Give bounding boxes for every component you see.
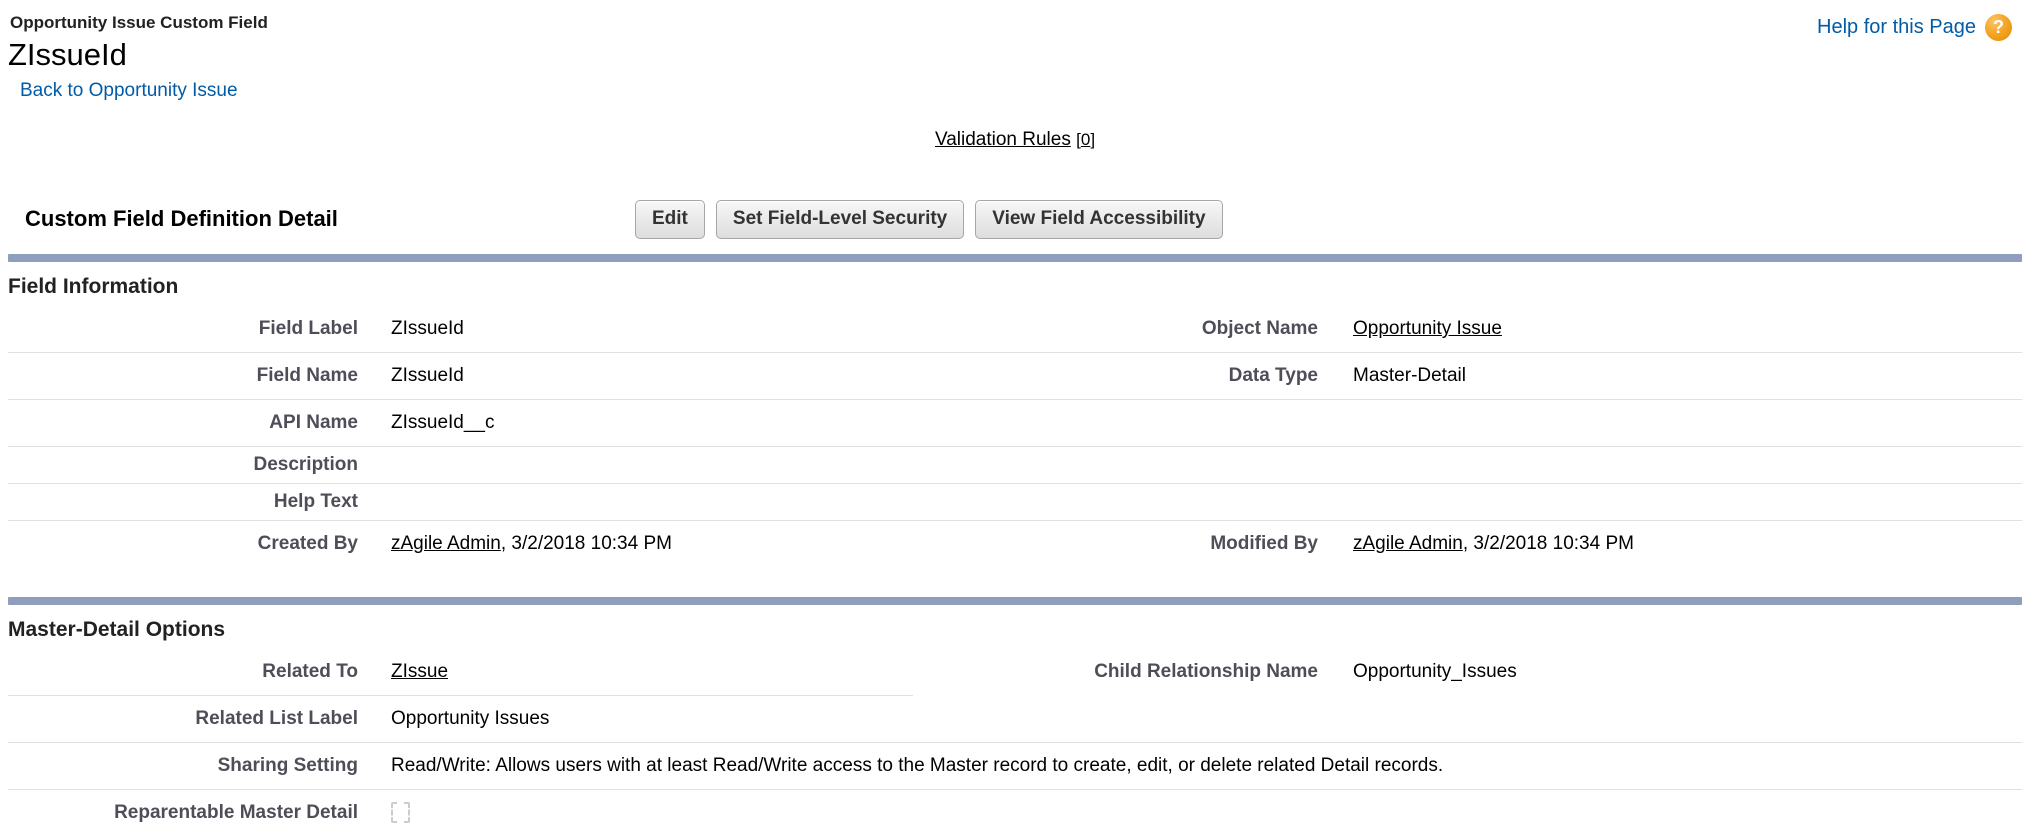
help-area: Help for this Page ? [1817,14,2012,41]
related-to-label: Related To [8,649,368,696]
detail-header: Custom Field Definition Detail Edit Set … [0,195,2030,243]
modified-by-user-link[interactable]: zAgile Admin [1353,533,1463,554]
created-by-date: , 3/2/2018 10:34 PM [501,533,672,554]
table-row: Help Text [8,484,2022,521]
object-name-value: Opportunity Issue [1328,306,2022,353]
page-header: Opportunity Issue Custom Field ZIssueId … [0,0,2030,102]
back-link[interactable]: Back to Opportunity Issue [20,80,238,101]
field-information-table: Field Label ZIssueId Object Name Opportu… [8,306,2022,567]
table-row: Created By zAgile Admin, 3/2/2018 10:34 … [8,521,2022,568]
view-field-accessibility-button[interactable]: View Field Accessibility [975,200,1222,239]
reparentable-checkbox [391,802,410,823]
description-label: Description [8,447,368,484]
created-by-label: Created By [8,521,368,568]
related-to-value: ZIssue [368,649,913,696]
created-by-value: zAgile Admin, 3/2/2018 10:34 PM [368,521,913,568]
created-by-user-link[interactable]: zAgile Admin [391,533,501,554]
field-information-title: Field Information [8,275,2030,299]
table-row: Related To ZIssue Child Relationship Nam… [8,649,2022,696]
table-row: Related List Label Opportunity Issues [8,696,2022,743]
table-row: Field Name ZIssueId Data Type Master-Det… [8,353,2022,400]
edit-button[interactable]: Edit [635,200,705,239]
child-relationship-name-value: Opportunity_Issues [1328,649,2022,696]
modified-by-value: zAgile Admin, 3/2/2018 10:34 PM [1328,521,2022,568]
validation-rules-row: Validation Rules [0] [0,129,2030,151]
page: Opportunity Issue Custom Field ZIssueId … [0,0,2030,836]
field-label-label: Field Label [8,306,368,353]
validation-rules-link[interactable]: Validation Rules [935,129,1071,150]
table-row: Description [8,447,2022,484]
sharing-setting-value: Read/Write: Allows users with at least R… [368,743,2022,790]
table-row: API Name ZIssueId__c [8,400,2022,447]
data-type-label: Data Type [913,353,1328,400]
related-list-label-value: Opportunity Issues [368,696,2022,743]
master-detail-options-title: Master-Detail Options [8,618,2030,642]
table-row: Reparentable Master Detail [8,790,2022,836]
api-name-value: ZIssueId__c [368,400,913,447]
table-row: Field Label ZIssueId Object Name Opportu… [8,306,2022,353]
object-type-label: Opportunity Issue Custom Field [10,12,2014,34]
help-icon[interactable]: ? [1985,14,2012,41]
detail-section-title: Custom Field Definition Detail [0,206,635,232]
help-text-label: Help Text [8,484,368,521]
validation-rules-count-link[interactable]: 0 [1081,130,1090,149]
section-divider-bar [8,254,2022,262]
field-name-label: Field Name [8,353,368,400]
help-link[interactable]: Help for this Page [1817,16,1976,39]
modified-by-label: Modified By [913,521,1328,568]
data-type-value: Master-Detail [1328,353,2022,400]
child-relationship-name-label: Child Relationship Name [913,649,1328,696]
api-name-label: API Name [8,400,368,447]
modified-by-date: , 3/2/2018 10:34 PM [1463,533,1634,554]
bracket-right: ] [1090,130,1095,149]
validation-rules-count: [0] [1076,130,1095,149]
master-detail-options-table: Related To ZIssue Child Relationship Nam… [8,649,2022,836]
section-divider-bar [8,597,2022,605]
related-list-label-label: Related List Label [8,696,368,743]
detail-buttons: Edit Set Field-Level Security View Field… [635,200,1223,239]
field-name-value: ZIssueId [368,353,913,400]
help-text-value [368,484,913,521]
object-name-link[interactable]: Opportunity Issue [1353,318,1502,339]
table-row: Sharing Setting Read/Write: Allows users… [8,743,2022,790]
object-name-label: Object Name [913,306,1328,353]
set-field-level-security-button[interactable]: Set Field-Level Security [716,200,964,239]
field-label-value: ZIssueId [368,306,913,353]
reparentable-master-detail-value [368,790,2022,836]
related-to-link[interactable]: ZIssue [391,661,448,682]
description-value [368,447,913,484]
sharing-setting-label: Sharing Setting [8,743,368,790]
reparentable-master-detail-label: Reparentable Master Detail [8,790,368,836]
page-title: ZIssueId [8,37,2014,73]
